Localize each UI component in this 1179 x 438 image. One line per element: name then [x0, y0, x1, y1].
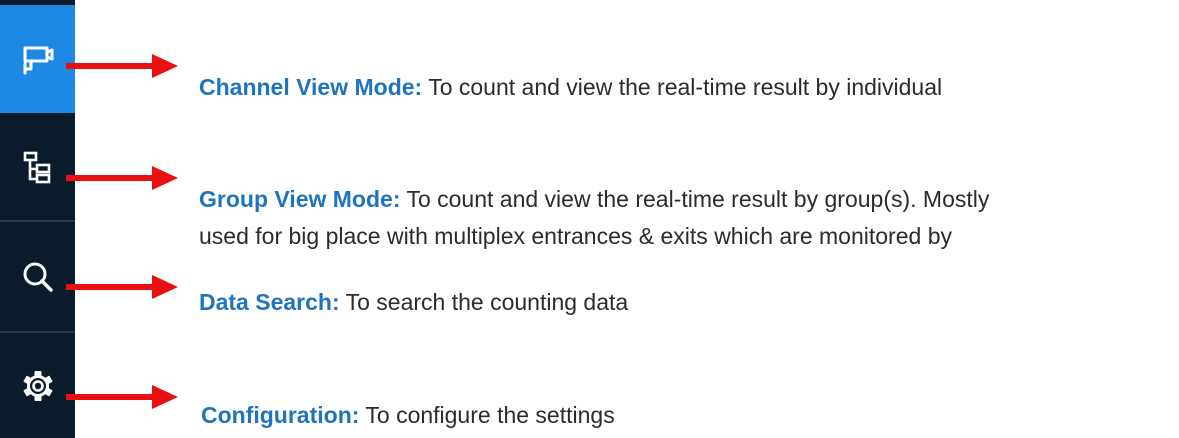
channel-view-text: To count and view the real-time result b…: [422, 74, 943, 100]
channel-view-description: Channel View Mode: To count and view the…: [199, 71, 942, 104]
configuration-text: To configure the settings: [359, 402, 615, 428]
data-search-text: To search the counting data: [339, 289, 629, 315]
configuration-term: Configuration:: [201, 402, 360, 428]
channel-view-button[interactable]: [0, 5, 75, 113]
arrow-data-search: [66, 275, 178, 299]
camera-icon: [23, 46, 53, 75]
group-view-description-line2: used for big place with multiplex entran…: [199, 220, 952, 253]
arrow-configuration: [66, 385, 178, 409]
group-view-button[interactable]: [0, 113, 75, 221]
group-view-term: Group View Mode:: [199, 186, 401, 212]
configuration-description: Configuration: To configure the settings: [201, 399, 615, 432]
data-search-button[interactable]: [0, 220, 75, 332]
sidebar: [0, 0, 75, 438]
gear-icon: [23, 370, 52, 401]
configuration-button[interactable]: [0, 331, 75, 438]
group-view-description: Group View Mode: To count and view the r…: [199, 183, 989, 216]
arrow-channel-view: [66, 54, 178, 78]
group-tree-icon: [23, 151, 50, 184]
data-search-term: Data Search:: [199, 289, 340, 315]
group-view-text-line2: used for big place with multiplex entran…: [199, 223, 952, 249]
channel-view-term: Channel View Mode:: [199, 74, 423, 100]
search-icon: [23, 262, 53, 292]
data-search-description: Data Search: To search the counting data: [199, 286, 628, 319]
arrow-group-view: [66, 166, 178, 190]
group-view-text: To count and view the real-time result b…: [400, 186, 990, 212]
